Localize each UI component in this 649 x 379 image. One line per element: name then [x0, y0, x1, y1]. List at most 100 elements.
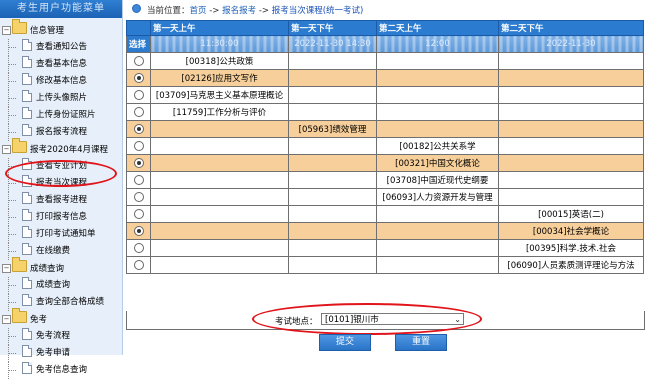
course-radio[interactable] — [133, 208, 144, 219]
course-radio[interactable] — [133, 157, 144, 168]
sidebar-group[interactable]: − 成绩查询 — [0, 257, 122, 277]
course-row: [00034]社会学概论 — [126, 222, 644, 240]
collapse-icon[interactable]: − — [2, 315, 11, 324]
collapse-icon[interactable]: − — [2, 145, 11, 154]
empty-cell — [288, 188, 377, 206]
sidebar-item-label: 免考信息查询 — [36, 365, 88, 375]
sidebar-item-label: 免考申请 — [36, 348, 71, 358]
course-radio[interactable] — [133, 123, 144, 134]
empty-cell — [498, 103, 644, 121]
sidebar-item[interactable]: 成绩查询 — [0, 277, 122, 294]
sidebar-item[interactable]: 修改基本信息 — [0, 73, 122, 90]
sidebar-item-label: 查看基本信息 — [36, 59, 88, 69]
course-cell: [00182]公共关系学 — [376, 137, 499, 155]
radio-cell[interactable] — [126, 137, 151, 155]
tree-line — [8, 328, 17, 345]
document-icon — [22, 107, 32, 119]
course-cell: [02126]应用文写作 — [150, 69, 289, 87]
exam-time-cell: 2022-11-30 — [498, 35, 644, 53]
empty-cell — [150, 154, 289, 172]
course-row: [02126]应用文写作 — [126, 69, 644, 87]
breadcrumb-separator: -> — [256, 6, 272, 16]
radio-cell[interactable] — [126, 69, 151, 87]
course-row: [00395]科学.技术.社会 — [126, 239, 644, 257]
sidebar-item[interactable]: 打印报考信息 — [0, 209, 122, 226]
sidebar-item[interactable]: 免考流程 — [0, 328, 122, 345]
course-radio[interactable] — [133, 259, 144, 270]
sidebar-item[interactable]: 查看基本信息 — [0, 56, 122, 73]
sidebar-item[interactable]: 免考申请 — [0, 345, 122, 362]
radio-cell[interactable] — [126, 222, 151, 240]
sidebar-item[interactable]: 打印考试通知单 — [0, 226, 122, 243]
radio-cell[interactable] — [126, 188, 151, 206]
course-cell: [03709]马克思主义基本原理概论 — [150, 86, 289, 104]
breadcrumb-current: 报考当次课程(统一考试) — [271, 6, 364, 16]
document-icon — [22, 362, 32, 374]
sidebar-item-label: 上传身份证照片 — [36, 110, 96, 120]
empty-cell — [288, 154, 377, 172]
course-radio[interactable] — [133, 174, 144, 185]
course-cell: [06093]人力资源开发与管理 — [376, 188, 499, 206]
empty-cell — [376, 205, 499, 223]
folder-icon — [12, 19, 27, 34]
radio-cell[interactable] — [126, 86, 151, 104]
course-radio[interactable] — [133, 89, 144, 100]
sidebar-title: 考生用户功能菜单 — [0, 0, 122, 18]
course-row: [00182]公共关系学 — [126, 137, 644, 155]
course-cell: [00318]公共政策 — [150, 52, 289, 70]
exam-time-cell: 12:00 — [376, 35, 499, 53]
radio-cell[interactable] — [126, 52, 151, 70]
course-radio[interactable] — [133, 191, 144, 202]
empty-cell — [498, 86, 644, 104]
radio-cell[interactable] — [126, 171, 151, 189]
sidebar-group[interactable]: − 免考 — [0, 308, 122, 328]
course-cell: [11759]工作分析与评价 — [150, 103, 289, 121]
radio-cell[interactable] — [126, 256, 151, 274]
course-row: [00015]英语(二) — [126, 205, 644, 223]
empty-cell — [376, 256, 499, 274]
breadcrumb-level2[interactable]: 报名报考 — [222, 6, 256, 16]
course-radio[interactable] — [133, 242, 144, 253]
tree-line — [8, 56, 17, 73]
reset-button[interactable]: 重置 — [395, 334, 447, 351]
document-icon — [22, 90, 32, 102]
sidebar-group[interactable]: − 信息管理 — [0, 19, 122, 39]
submit-button[interactable]: 提交 — [319, 334, 371, 351]
course-radio[interactable] — [133, 140, 144, 151]
empty-cell — [498, 137, 644, 155]
sidebar-item[interactable]: 查看通知公告 — [0, 39, 122, 56]
sidebar-item[interactable]: 查看报考进程 — [0, 192, 122, 209]
breadcrumb-home[interactable]: 首页 — [190, 6, 207, 16]
sidebar-group[interactable]: − 报考2020年4月课程 — [0, 138, 122, 158]
empty-cell — [288, 256, 377, 274]
sidebar-item[interactable]: 上传头像照片 — [0, 90, 122, 107]
radio-cell[interactable] — [126, 239, 151, 257]
course-radio[interactable] — [133, 225, 144, 236]
sidebar-item[interactable]: 上传身份证照片 — [0, 107, 122, 124]
course-radio[interactable] — [133, 55, 144, 66]
tree-line — [8, 192, 17, 209]
collapse-icon[interactable]: − — [2, 264, 11, 273]
collapse-icon[interactable]: − — [2, 26, 11, 35]
sidebar-item-label: 上传头像照片 — [36, 93, 88, 103]
sidebar-item-label: 查看报考进程 — [36, 195, 88, 205]
radio-cell[interactable] — [126, 154, 151, 172]
document-icon — [22, 243, 32, 255]
exam-time-row: 选择 11:30:00 2022-11-30 14:30 12:00 2022-… — [126, 35, 644, 53]
radio-cell[interactable] — [126, 120, 151, 138]
course-row: [11759]工作分析与评价 — [126, 103, 644, 121]
sidebar-item[interactable]: 免考信息查询 — [0, 362, 122, 379]
document-icon — [22, 226, 32, 238]
empty-cell — [150, 256, 289, 274]
document-icon — [22, 124, 32, 136]
radio-cell[interactable] — [126, 205, 151, 223]
main-content: 当前位置：首页 -> 报名报考 -> 报考当次课程(统一考试) 第一天上午 第一… — [126, 0, 649, 355]
folder-icon — [12, 308, 27, 323]
radio-cell[interactable] — [126, 103, 151, 121]
course-radio[interactable] — [133, 72, 144, 83]
course-radio[interactable] — [133, 106, 144, 117]
empty-cell — [498, 69, 644, 87]
empty-cell — [288, 52, 377, 70]
folder-icon — [12, 138, 27, 153]
header-day2-pm: 第二天下午 — [498, 20, 644, 36]
